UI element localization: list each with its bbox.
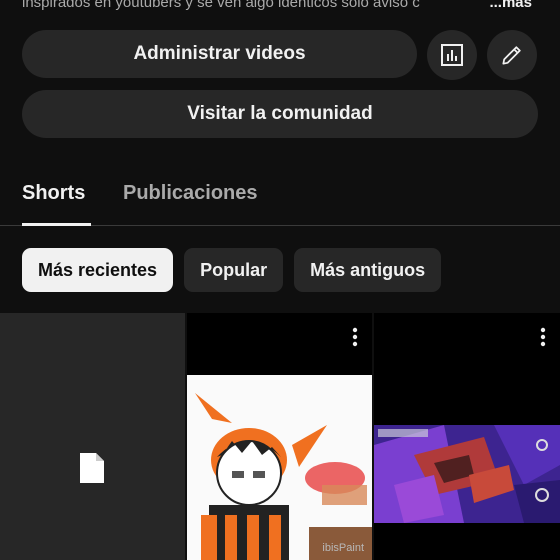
active-tab-indicator: [22, 223, 91, 226]
content-tabs: Shorts Publicaciones: [0, 166, 560, 226]
sort-chips: Más recientes Popular Más antiguos: [22, 248, 442, 292]
description-text: inspirados en youtubers y se ven algo id…: [22, 0, 420, 11]
short-thumbnail: ibisPaint: [187, 375, 372, 560]
shorts-grid: ibisPaint: [0, 313, 560, 560]
pencil-icon: [502, 46, 521, 65]
short-tile-draft[interactable]: [0, 313, 185, 560]
manage-videos-button[interactable]: Administrar videos: [22, 30, 417, 78]
chip-oldest[interactable]: Más antiguos: [294, 248, 442, 292]
thumbnail-watermark: ibisPaint: [322, 542, 364, 554]
more-link[interactable]: ...más: [485, 0, 532, 11]
channel-actions: Administrar videos: [22, 30, 537, 80]
tab-shorts[interactable]: Shorts: [22, 182, 85, 205]
channel-description[interactable]: inspirados en youtubers y se ven algo id…: [22, 0, 542, 14]
document-icon: [80, 453, 104, 483]
character-drawing: [195, 393, 372, 560]
edit-channel-button[interactable]: [487, 30, 537, 80]
game-scene: [374, 425, 560, 523]
visit-community-button[interactable]: Visitar la comunidad: [22, 90, 538, 138]
chip-recent[interactable]: Más recientes: [22, 248, 174, 292]
short-tile-drawing[interactable]: ibisPaint: [187, 313, 372, 560]
more-vert-icon[interactable]: [352, 327, 358, 347]
tab-posts[interactable]: Publicaciones: [123, 182, 258, 205]
chip-popular[interactable]: Popular: [184, 248, 284, 292]
short-thumbnail: [374, 425, 560, 523]
more-vert-icon[interactable]: [540, 327, 546, 347]
bar-chart-icon: [441, 44, 463, 66]
short-tile-game[interactable]: [374, 313, 560, 560]
analytics-button[interactable]: [427, 30, 477, 80]
